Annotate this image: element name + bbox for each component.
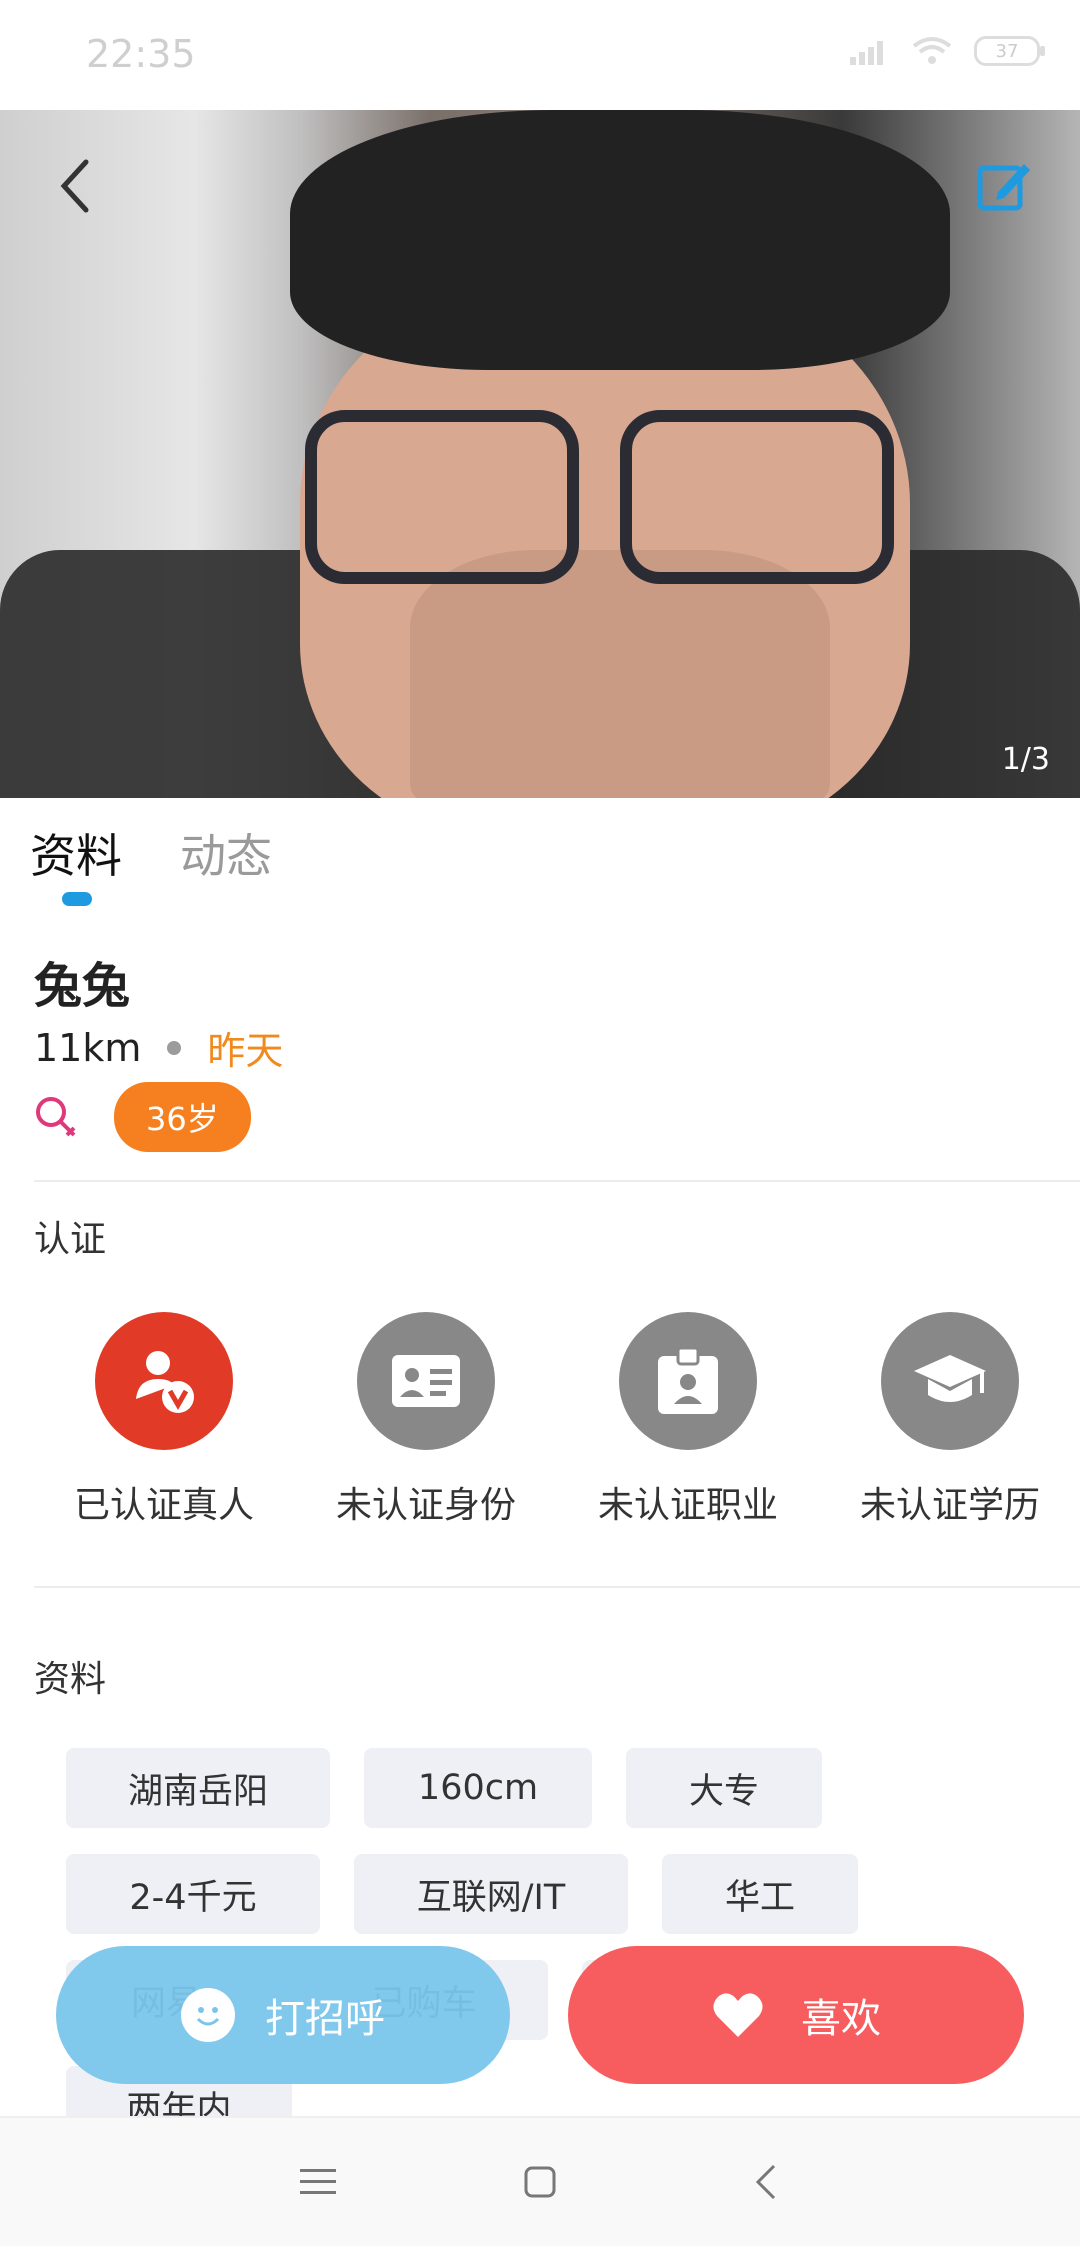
greet-label: 打招呼: [265, 1996, 385, 2042]
chip-hometown: 湖南岳阳: [66, 1748, 330, 1828]
status-icons: 37: [850, 36, 1045, 66]
chip-row: 2-4千元 互联网/IT 华工: [66, 1854, 1026, 1934]
cert-education[interactable]: 未认证学历: [820, 1312, 1080, 1528]
menu-icon[interactable]: [294, 2158, 342, 2206]
cert-real-person-label: 已认证真人: [73, 1485, 254, 1526]
graduation-cap-icon: [881, 1312, 1019, 1450]
like-label: 喜欢: [801, 1996, 881, 2042]
back-icon[interactable]: [40, 150, 112, 222]
signal-icon: [850, 41, 883, 65]
heart-icon: [713, 1993, 763, 2037]
chip-row: 湖南岳阳 160cm 大专: [66, 1748, 1026, 1828]
work-badge-icon: [619, 1312, 757, 1450]
divider: [34, 1180, 1080, 1182]
system-nav-bar: [0, 2116, 1080, 2246]
photo-hair: [290, 110, 950, 370]
chip-education: 大专: [626, 1748, 822, 1828]
smile-icon: [181, 1988, 235, 2042]
photo-glasses-right: [620, 410, 894, 584]
divider: [34, 1586, 1080, 1588]
status-time: 22:35: [86, 32, 196, 76]
chip-height: 160cm: [364, 1748, 592, 1828]
cert-identity-label: 未认证身份: [335, 1485, 516, 1526]
tab-moments-label: 动态: [180, 829, 272, 883]
verified-person-icon: [95, 1312, 233, 1450]
cert-identity[interactable]: 未认证身份: [296, 1312, 556, 1528]
nav-back-icon[interactable]: [742, 2158, 790, 2206]
cert-real-person[interactable]: 已认证真人: [34, 1312, 294, 1528]
details-title: 资料: [34, 1659, 107, 1700]
age-badge: 36岁: [114, 1082, 251, 1152]
battery-icon: 37: [974, 36, 1045, 66]
greet-button[interactable]: 打招呼: [56, 1946, 510, 2084]
last-seen: 昨天: [207, 1029, 284, 1073]
female-search-icon: [36, 1097, 76, 1137]
profile-tabs: 资料 动态: [30, 820, 272, 906]
tab-info-label: 资料: [30, 829, 122, 883]
distance-row: 11km 昨天: [34, 1020, 283, 1075]
tab-moments[interactable]: 动态: [180, 820, 272, 886]
photo-counter: 1/3: [1001, 742, 1050, 777]
photo-chin: [410, 550, 830, 798]
distance: 11km: [34, 1025, 142, 1070]
certification-title: 认证: [34, 1219, 107, 1260]
tag-row: 36岁: [34, 1082, 251, 1152]
like-button[interactable]: 喜欢: [568, 1946, 1024, 2084]
edit-icon[interactable]: [968, 150, 1040, 222]
wifi-icon: [912, 37, 952, 64]
id-card-icon: [357, 1312, 495, 1450]
status-bar: 22:35 37: [0, 0, 1080, 110]
tab-indicator: [62, 892, 92, 906]
chip-school: 华工: [662, 1854, 858, 1934]
chip-industry: 互联网/IT: [354, 1854, 628, 1934]
home-icon[interactable]: [516, 2158, 564, 2206]
cert-occupation-label: 未认证职业: [597, 1485, 778, 1526]
tab-info[interactable]: 资料: [30, 820, 122, 906]
cert-education-label: 未认证学历: [859, 1485, 1040, 1526]
separator-dot: [167, 1040, 182, 1055]
profile-name: 兔兔: [34, 958, 131, 1014]
cert-occupation[interactable]: 未认证职业: [558, 1312, 818, 1528]
certification-list: 已认证真人 未认证身份 未认证职业 未认证学历: [34, 1312, 1080, 1528]
profile-photo[interactable]: [0, 110, 1080, 798]
photo-glasses-left: [305, 410, 579, 584]
chip-income: 2-4千元: [66, 1854, 320, 1934]
